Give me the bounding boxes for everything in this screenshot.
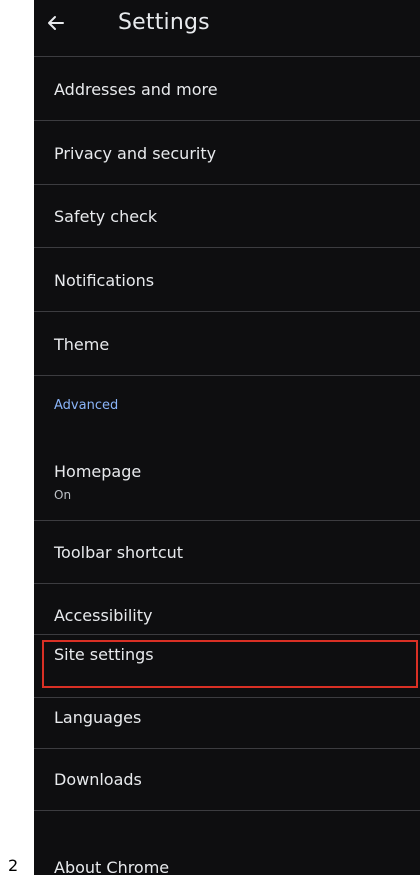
settings-item-label: Accessibility: [54, 606, 153, 625]
divider: [34, 56, 420, 57]
settings-screen: Settings Addresses and more Privacy and …: [34, 0, 420, 875]
divider: [34, 697, 420, 698]
divider: [34, 583, 420, 584]
settings-item-label: Notifications: [54, 271, 155, 290]
divider: [34, 184, 420, 185]
divider: [34, 375, 420, 376]
settings-item-label: Safety check: [54, 207, 158, 226]
divider: [34, 520, 420, 521]
page-title: Settings: [118, 10, 210, 35]
divider: [34, 810, 420, 811]
app-bar: Settings: [34, 0, 420, 56]
settings-item-label: Privacy and security: [54, 144, 217, 163]
arrow-left-icon[interactable]: [47, 14, 65, 32]
divider: [34, 311, 420, 312]
settings-item-label: About Chrome: [54, 858, 170, 875]
settings-item-label: Theme: [54, 335, 110, 354]
divider: [34, 748, 420, 749]
divider: [34, 247, 420, 248]
divider: [34, 120, 420, 121]
section-header-advanced: Advanced: [54, 398, 119, 413]
settings-item-label: Homepage: [54, 462, 142, 481]
page-number: 2: [8, 856, 19, 875]
settings-item-label: Languages: [54, 708, 142, 727]
settings-item-summary: On: [54, 488, 72, 502]
settings-item-label: Downloads: [54, 770, 142, 789]
settings-item-label: Addresses and more: [54, 80, 218, 99]
divider: [34, 634, 420, 635]
settings-item-label: Toolbar shortcut: [54, 543, 184, 562]
highlight-box: [42, 640, 418, 688]
